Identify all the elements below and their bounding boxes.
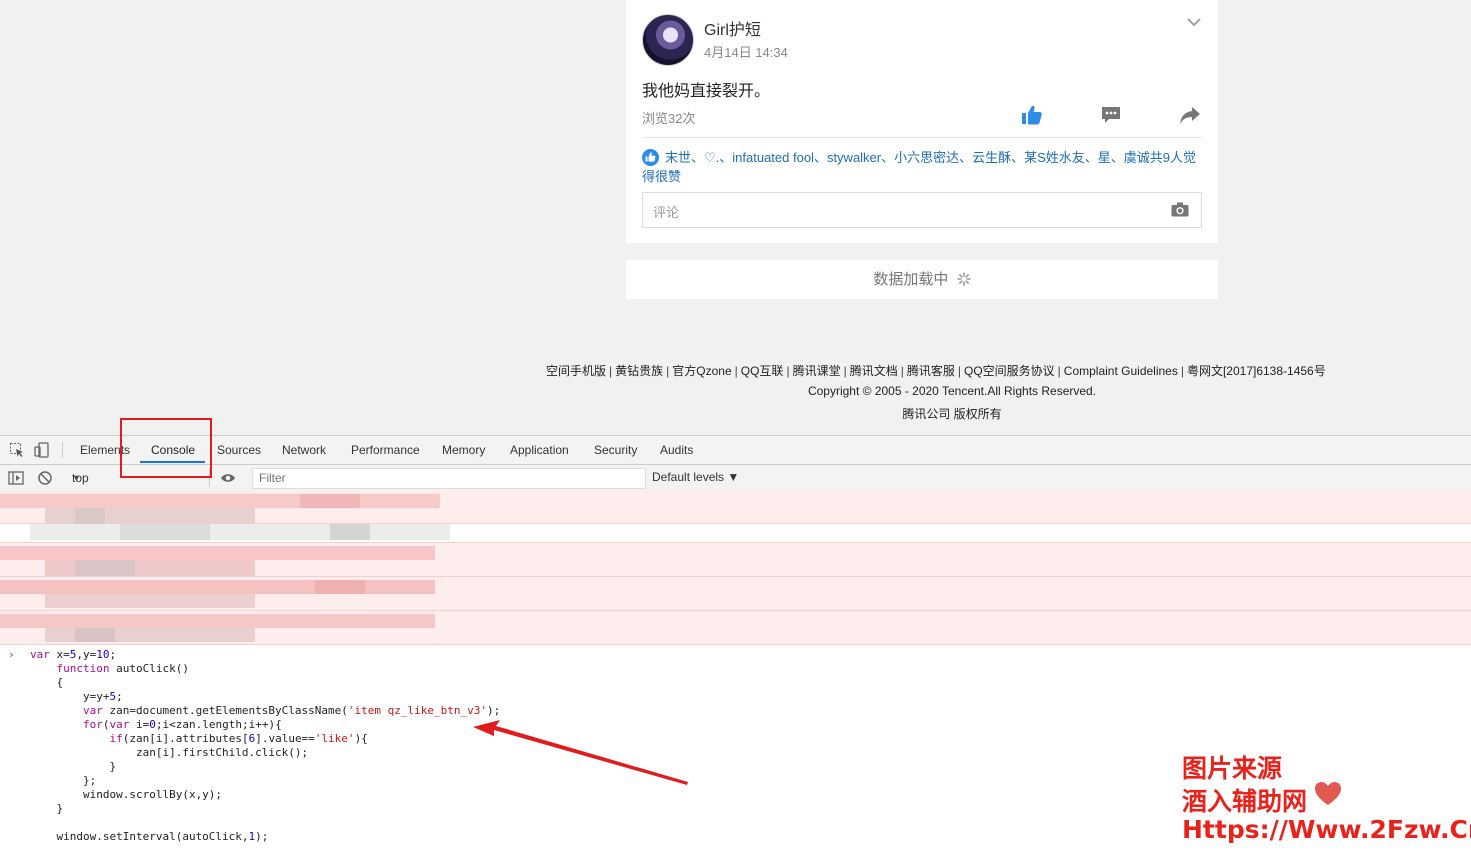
tab-performance[interactable]: Performance <box>351 443 420 457</box>
post-time: 4月14日 14:34 <box>704 45 788 60</box>
filter-input[interactable] <box>253 469 645 487</box>
thumbs-up-icon[interactable] <box>1021 104 1043 126</box>
footer-link[interactable]: 腾讯文档 <box>850 364 898 378</box>
post-content: 我他妈直接裂开。 <box>642 83 771 100</box>
likers-list: 末世、♡.、infatuated fool、stywalker、小六思密达、云生… <box>642 148 1202 186</box>
copyright: Copyright © 2005 - 2020 Tencent.All Righ… <box>807 384 1097 398</box>
comment-placeholder: 评论 <box>653 205 680 220</box>
tab-network[interactable]: Network <box>282 443 326 457</box>
footer-link[interactable]: 空间手机版 <box>546 364 606 378</box>
watermark-line: 酒入辅助网 <box>1182 787 1308 816</box>
camera-icon[interactable] <box>1171 202 1189 217</box>
eye-icon[interactable] <box>220 470 236 486</box>
heart-icon <box>1315 782 1341 805</box>
feed-card: Girl护短 4月14日 14:34 我他妈直接裂开。 浏览32次 末世、♡.、… <box>626 0 1218 243</box>
inspect-element-icon[interactable] <box>9 442 25 458</box>
footer-link[interactable]: Complaint Guidelines <box>1064 364 1178 378</box>
thumbs-up-icon <box>642 149 659 166</box>
likers-text[interactable]: 末世、♡.、infatuated fool、stywalker、小六思密达、云生… <box>642 150 1196 184</box>
footer-link[interactable]: 官方Qzone <box>672 364 731 378</box>
view-count: 浏览32次 <box>642 111 696 126</box>
chevron-down-icon[interactable] <box>1186 16 1202 28</box>
company-rights: 腾讯公司 版权所有 <box>902 407 1002 421</box>
tab-security[interactable]: Security <box>594 443 637 457</box>
tab-audits[interactable]: Audits <box>660 443 693 457</box>
footer-links: 空间手机版 | 黄钻贵族 | 官方Qzone | QQ互联 | 腾讯课堂 | 腾讯文档 | 腾讯客服 | Q… <box>546 364 1326 378</box>
divider <box>642 137 1202 138</box>
tab-sources[interactable]: Sources <box>217 443 261 457</box>
post-author[interactable]: Girl护短 <box>704 16 761 40</box>
loading-text: 数据加载中 <box>873 271 949 288</box>
comment-input[interactable]: 评论 <box>642 192 1202 228</box>
loading-indicator: 数据加载中 <box>626 260 1218 299</box>
watermark-url: Https://Www.2Fzw.Cn <box>1182 815 1471 844</box>
share-icon[interactable] <box>1179 104 1201 126</box>
annotation-box <box>120 418 212 478</box>
tab-memory[interactable]: Memory <box>442 443 485 457</box>
footer-link[interactable]: QQ空间服务协议 <box>964 364 1055 378</box>
annotation-arrow-icon <box>473 720 688 785</box>
spinner-icon <box>956 272 971 286</box>
console-toolbar: top ▼ Default levels ▼ <box>0 465 1471 492</box>
tab-application[interactable]: Application <box>510 443 569 457</box>
comment-icon[interactable] <box>1100 104 1122 126</box>
sidebar-toggle-icon[interactable] <box>8 470 24 486</box>
filter-field[interactable] <box>252 468 646 489</box>
footer-link[interactable]: 粤网文[2017]6138-1456号 <box>1187 364 1326 378</box>
footer-link[interactable]: 腾讯客服 <box>907 364 955 378</box>
log-levels-dropdown[interactable]: Default levels ▼ <box>652 470 739 484</box>
footer-link[interactable]: QQ互联 <box>741 364 784 378</box>
console-code[interactable]: var x=5,y=10; function autoClick() { y=y… <box>30 648 500 844</box>
avatar[interactable] <box>642 14 694 66</box>
watermark-line: 图片来源 <box>1182 754 1283 783</box>
console-prompt-icon: › <box>8 648 15 661</box>
censored-console-output <box>0 490 1471 645</box>
clear-console-icon[interactable] <box>37 470 53 486</box>
footer-link[interactable]: 黄钻贵族 <box>615 364 663 378</box>
device-toolbar-icon[interactable] <box>34 442 50 458</box>
footer-link[interactable]: 腾讯课堂 <box>793 364 841 378</box>
devtools-tabbar: Elements Console Sources Network Perform… <box>0 436 1471 465</box>
